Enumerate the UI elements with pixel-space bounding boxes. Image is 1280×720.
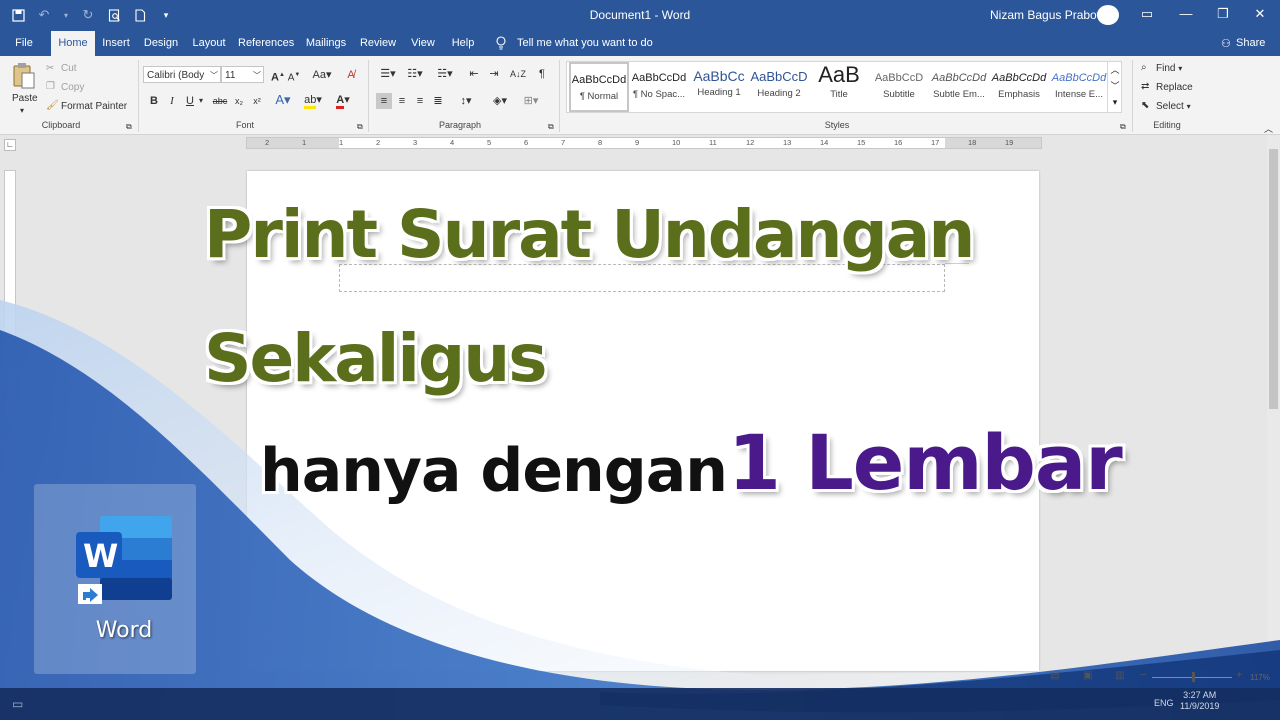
print-layout-icon[interactable]: ▣ [1083,670,1092,681]
zoom-level[interactable]: 117% [1250,673,1270,682]
clock-time: 3:27 AM [1183,690,1217,700]
word-app-icon[interactable]: W [76,516,174,604]
zoom-out-icon[interactable]: − [1140,669,1146,681]
headline-line3b: 1 Lembar [728,418,1123,507]
input-language[interactable]: ENG [1154,698,1174,708]
clock-date: 11/9/2019 [1180,701,1220,711]
headline-line1: Print Surat Undangan [204,196,975,273]
zoom-in-icon[interactable]: + [1236,669,1242,681]
read-mode-icon[interactable]: ▤ [1050,670,1059,681]
taskbar-app-icon[interactable]: ▭ [12,697,23,711]
headline-line3a: hanya dengan [260,436,728,506]
svg-text:W: W [83,537,118,575]
system-clock[interactable]: 3:27 AM 11/9/2019 [1180,690,1219,712]
headline-line2: Sekaligus [204,320,547,397]
taskbar: ▭ ENG 3:27 AM 11/9/2019 [0,688,1280,720]
desktop-shortcut-label: Word [95,618,153,643]
zoom-slider-thumb[interactable] [1192,672,1195,682]
web-layout-icon[interactable]: ▥ [1115,670,1124,681]
